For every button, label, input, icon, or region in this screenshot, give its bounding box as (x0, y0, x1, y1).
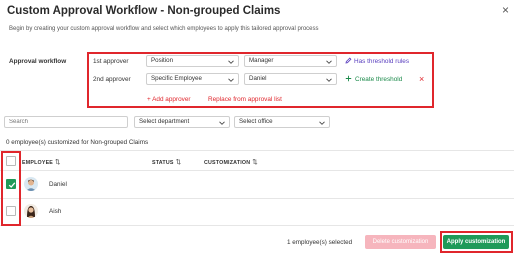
delete-customization-button[interactable]: Delete customization (365, 235, 436, 249)
second-approver-type-value: Specific Employee (151, 75, 202, 82)
chevron-down-icon (319, 121, 325, 125)
dialog-subtitle: Begin by creating your custom approval w… (9, 26, 319, 32)
status-column-header[interactable]: STATUS ⇅ (152, 158, 181, 166)
office-select[interactable]: Select office (234, 116, 330, 128)
employee-column-label: EMPLOYEE (22, 160, 54, 166)
chevron-down-icon (326, 60, 332, 64)
search-input[interactable] (4, 116, 128, 128)
customization-column-header[interactable]: CUSTOMIZATION ⇅ (204, 158, 258, 166)
has-threshold-rules-label: Has threshold rules (354, 58, 410, 65)
avatar (24, 204, 38, 218)
chevron-down-icon (219, 121, 225, 125)
customization-column-label: CUSTOMIZATION (204, 160, 251, 166)
plus-icon (345, 75, 352, 82)
add-approver-link[interactable]: + Add approver (147, 96, 191, 103)
employee-column-header[interactable]: EMPLOYEE ⇅ (22, 158, 61, 166)
remove-approver-icon[interactable]: × (419, 75, 424, 84)
first-approver-type-select[interactable]: Position (146, 55, 239, 67)
sort-icon: ⇅ (55, 159, 61, 166)
second-approver-value: Daniel (249, 75, 267, 82)
first-approver-label: 1st approver (93, 58, 129, 65)
close-icon[interactable]: × (502, 4, 509, 16)
avatar (24, 177, 38, 191)
create-threshold-link[interactable]: Create threshold (345, 75, 402, 83)
first-approver-value: Manager (249, 57, 274, 64)
replace-from-approval-list-link[interactable]: Replace from approval list (208, 96, 282, 103)
pencil-icon (345, 57, 352, 64)
first-approver-type-value: Position (151, 57, 174, 64)
department-select-value: Select department (139, 118, 190, 125)
sort-icon: ⇅ (175, 159, 182, 166)
row-divider (0, 225, 514, 226)
department-select[interactable]: Select department (134, 116, 230, 128)
chevron-down-icon (228, 78, 234, 82)
second-approver-type-select[interactable]: Specific Employee (146, 73, 239, 85)
second-approver-label: 2nd approver (93, 76, 131, 83)
approval-workflow-label: Approval workflow (9, 58, 67, 65)
selected-count-text: 1 employee(s) selected (287, 239, 353, 246)
employee-name: Daniel (49, 181, 67, 188)
sort-icon: ⇅ (252, 159, 258, 166)
row-divider (0, 198, 514, 199)
dialog-title: Custom Approval Workflow - Non-grouped C… (7, 5, 281, 17)
table-header-divider (0, 170, 514, 171)
apply-button-highlight (440, 231, 513, 253)
second-approver-value-select[interactable]: Daniel (244, 73, 337, 85)
office-select-value: Select office (239, 118, 273, 125)
chevron-down-icon (228, 60, 234, 64)
chevron-down-icon (326, 78, 332, 82)
has-threshold-rules-link[interactable]: Has threshold rules (345, 57, 409, 65)
first-approver-value-select[interactable]: Manager (244, 55, 337, 67)
checkbox-column-highlight (1, 151, 21, 226)
employee-name: Aish (49, 208, 62, 215)
table-top-divider (0, 150, 514, 151)
create-threshold-label: Create threshold (355, 76, 403, 83)
status-column-label: STATUS (152, 160, 174, 166)
customized-count-text: 0 employee(s) customized for Non-grouped… (6, 139, 149, 146)
